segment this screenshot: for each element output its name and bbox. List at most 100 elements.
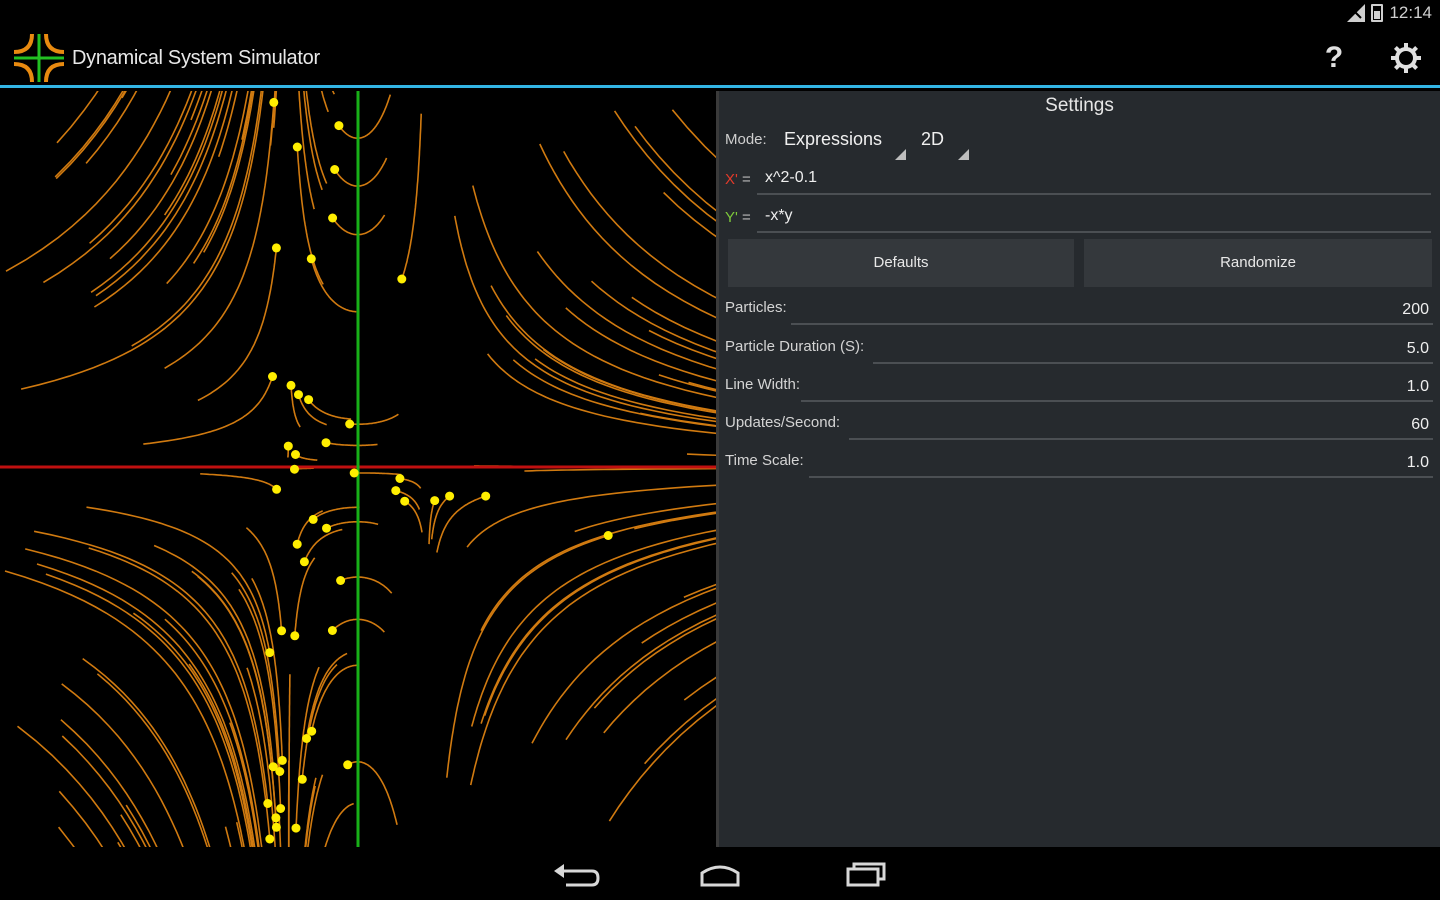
param-label: Updates/Second: xyxy=(725,414,841,431)
particle xyxy=(271,243,281,253)
settings-gear-icon[interactable] xyxy=(1388,40,1424,76)
trajectory-trail xyxy=(109,91,213,260)
trajectory-trail xyxy=(278,818,282,847)
trajectory-trail xyxy=(347,760,398,826)
particle xyxy=(302,734,312,743)
randomize-button[interactable]: Randomize xyxy=(1084,239,1432,287)
trajectory-trail xyxy=(401,113,422,280)
trajectory-trail xyxy=(85,91,138,164)
app-title: Dynamical System Simulator xyxy=(72,47,320,69)
particle xyxy=(268,762,278,772)
particle xyxy=(299,557,309,567)
settings-title: Settings xyxy=(1045,95,1114,116)
particle xyxy=(265,648,275,658)
y-prime-label: Y' xyxy=(725,209,738,226)
trajectory-trail xyxy=(634,125,716,212)
particle xyxy=(397,274,407,284)
trajectory-trail xyxy=(686,453,716,457)
particle xyxy=(330,165,340,174)
status-bar: 12:14 xyxy=(0,0,1440,28)
trajectory-trail xyxy=(524,467,716,472)
trajectory-trail xyxy=(310,258,357,313)
particle xyxy=(292,539,302,549)
particles-field[interactable]: 200 xyxy=(791,295,1433,325)
trajectory-trail xyxy=(288,674,291,847)
particle xyxy=(294,390,303,400)
trajectory-trail xyxy=(303,91,323,191)
particle xyxy=(271,822,281,832)
trajectory-trail xyxy=(54,91,124,178)
particle xyxy=(391,486,401,496)
navigation-bar xyxy=(0,847,1440,900)
trajectory-trail xyxy=(480,511,716,632)
trajectory-trail xyxy=(163,91,221,216)
particle xyxy=(268,372,277,381)
y-equals-sign: = xyxy=(742,209,751,226)
updates-per-second-field[interactable]: 60 xyxy=(849,410,1433,440)
trajectory-trail xyxy=(120,814,141,847)
dimension-value: 2D xyxy=(921,129,945,149)
trajectory-trail xyxy=(229,722,259,847)
trajectory-trail xyxy=(296,146,324,285)
defaults-button[interactable]: Defaults xyxy=(728,239,1074,287)
particle xyxy=(445,491,455,501)
trajectory-trail xyxy=(490,285,716,412)
particle xyxy=(345,419,355,429)
particle xyxy=(327,626,337,635)
help-icon: ? xyxy=(1324,41,1344,74)
help-button[interactable]: ? xyxy=(1318,38,1350,78)
simulation-canvas[interactable] xyxy=(0,91,716,847)
particle xyxy=(265,834,275,844)
particle xyxy=(349,468,359,478)
param-row-updates-per-second: Updates/Second: 60 xyxy=(725,410,1433,440)
trajectory-trail xyxy=(593,618,716,709)
particle-duration-field[interactable]: 5.0 xyxy=(873,334,1433,364)
trajectory-trail xyxy=(20,91,264,390)
trajectory-trail xyxy=(200,473,278,490)
trajectory-trail xyxy=(436,495,486,553)
particle xyxy=(276,804,286,813)
trajectory-trail xyxy=(340,576,393,594)
home-icon[interactable] xyxy=(690,855,750,893)
particle xyxy=(430,496,440,506)
trajectory-trail xyxy=(310,664,357,732)
particle xyxy=(263,799,273,808)
trajectory-trail xyxy=(644,698,716,765)
trajectory-trail xyxy=(60,719,158,847)
particle xyxy=(297,774,307,784)
param-label: Particle Duration (S): xyxy=(725,338,865,355)
particle xyxy=(304,395,314,405)
trajectory-trail xyxy=(5,91,172,272)
trajectory-trail xyxy=(683,676,716,701)
battery-icon xyxy=(1371,4,1384,22)
particle xyxy=(395,474,405,483)
mode-spinner[interactable]: Expressions xyxy=(784,129,906,160)
trajectory-trail xyxy=(641,602,716,644)
param-label: Particles: xyxy=(725,299,787,316)
time-scale-field[interactable]: 1.0 xyxy=(809,448,1433,478)
trajectory-trail xyxy=(303,528,343,563)
recents-icon[interactable] xyxy=(836,855,896,893)
dimension-spinner[interactable]: 2D xyxy=(921,129,969,160)
x-expression-field[interactable]: x^2-0.1 xyxy=(757,163,1431,195)
y-expression-field[interactable]: -x*y xyxy=(757,201,1431,233)
particle xyxy=(306,254,316,264)
trajectory-trail xyxy=(61,683,184,847)
trajectory-trail xyxy=(325,441,378,447)
particle xyxy=(283,441,293,451)
line-width-field[interactable]: 1.0 xyxy=(801,372,1433,402)
param-row-line-width: Line Width: 1.0 xyxy=(725,372,1433,402)
trajectory-trail xyxy=(294,557,316,636)
particle xyxy=(277,755,287,765)
particle xyxy=(343,760,353,770)
particle xyxy=(290,464,299,474)
trajectory-trail xyxy=(324,802,354,847)
mode-label: Mode: xyxy=(725,131,767,148)
phase-portrait xyxy=(0,91,716,847)
trajectory-trail xyxy=(164,102,275,369)
trajectory-trail xyxy=(307,399,352,420)
back-icon[interactable] xyxy=(546,855,606,893)
particle xyxy=(321,438,331,448)
y-equation-label: Y' = xyxy=(725,209,751,226)
status-time: 12:14 xyxy=(1389,3,1432,22)
